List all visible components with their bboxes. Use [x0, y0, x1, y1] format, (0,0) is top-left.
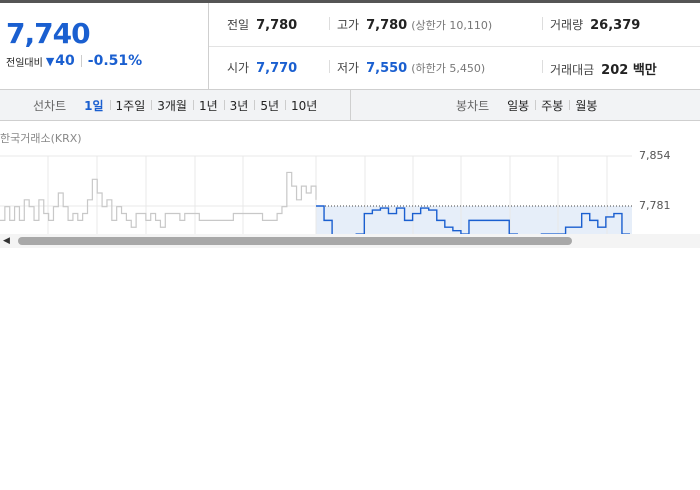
exchange-label: 한국거래소(KRX) — [0, 132, 82, 145]
stats-row-1: 전일 7,780 고가 7,780 (상한가 10,110) 거래량 26,37… — [209, 3, 700, 47]
intraday-chart: 7,854 7,781 — [0, 145, 700, 235]
volume-value: 26,379 — [590, 18, 641, 33]
open-price: 시가 7,770 — [227, 59, 297, 76]
amount-value: 202 백만 — [601, 63, 657, 78]
down-triangle-icon: ▼ — [45, 54, 55, 68]
candle-chart-title: 봉차트 — [456, 99, 490, 113]
scroll-left-icon[interactable]: ◀ — [3, 236, 10, 246]
tab-1day[interactable]: 1일 — [78, 97, 109, 114]
stats-row-2: 시가 7,770 저가 7,550 (하한가 5,450) 거래대금 202 백… — [209, 46, 700, 89]
divider — [329, 17, 330, 30]
chart-scrollbar[interactable]: ◀ — [0, 234, 700, 248]
scroll-thumb[interactable] — [18, 237, 572, 245]
divider — [80, 55, 82, 67]
low-label: 저가 — [337, 61, 360, 75]
low-price: 저가 7,550 (하한가 5,450) — [337, 59, 485, 76]
previous-day-line — [0, 171, 317, 228]
tab-1year[interactable]: 1년 — [192, 97, 224, 114]
open-label: 시가 — [227, 61, 250, 75]
volume-label: 거래량 — [550, 18, 584, 32]
change-amount: 40 — [55, 53, 75, 69]
open-value: 7,770 — [256, 61, 298, 76]
price-change: 전일대비 ▼ 40 -0.51% — [6, 53, 142, 69]
high-price: 고가 7,780 (상한가 10,110) — [337, 16, 492, 33]
prev-close: 전일 7,780 — [227, 16, 297, 33]
trade-amount: 거래대금 202 백만 — [550, 59, 657, 78]
amount-label: 거래대금 — [550, 63, 595, 77]
candle-chart-tabs: 봉차트 일봉 주봉 월봉 — [456, 97, 603, 114]
tab-10year[interactable]: 10년 — [285, 97, 323, 114]
volume: 거래량 26,379 — [550, 16, 640, 33]
line-chart-title: 선차트 — [33, 99, 67, 113]
chart-tabs: 선차트 1일 1주일 3개월 1년 3년 5년 10년 봉차트 일봉 주봉 월봉 — [0, 89, 700, 121]
tab-3year[interactable]: 3년 — [223, 97, 255, 114]
divider — [542, 60, 543, 73]
tab-1week[interactable]: 1주일 — [109, 97, 152, 114]
high-value: 7,780 — [366, 18, 408, 33]
prev-label: 전일 — [227, 18, 250, 32]
tab-daily-candle[interactable]: 일봉 — [501, 97, 535, 114]
lower-limit: (하한가 5,450) — [411, 62, 486, 75]
y-tick-label: 7,854 — [639, 149, 671, 162]
high-label: 고가 — [337, 18, 360, 32]
tab-5year[interactable]: 5년 — [254, 97, 285, 114]
chart-svg — [0, 155, 632, 235]
y-tick-label: 7,781 — [639, 199, 671, 212]
low-value: 7,550 — [366, 61, 408, 76]
divider — [350, 90, 351, 120]
change-label: 전일대비 — [6, 57, 43, 69]
divider — [542, 17, 543, 30]
price-box: 7,740 전일대비 ▼ 40 -0.51% — [0, 3, 209, 89]
tab-weekly-candle[interactable]: 주봉 — [535, 97, 569, 114]
change-percent: -0.51% — [87, 53, 143, 69]
upper-limit: (상한가 10,110) — [411, 19, 493, 32]
tab-3month[interactable]: 3개월 — [151, 97, 193, 114]
line-chart-tabs: 선차트 1일 1주일 3개월 1년 3년 5년 10년 — [33, 97, 323, 114]
price-summary: 7,740 전일대비 ▼ 40 -0.51% 전일 7,780 고가 7,780… — [0, 3, 700, 90]
prev-value: 7,780 — [256, 18, 298, 33]
divider — [329, 60, 330, 73]
current-price: 7,740 — [6, 17, 91, 50]
tab-monthly-candle[interactable]: 월봉 — [569, 97, 603, 114]
